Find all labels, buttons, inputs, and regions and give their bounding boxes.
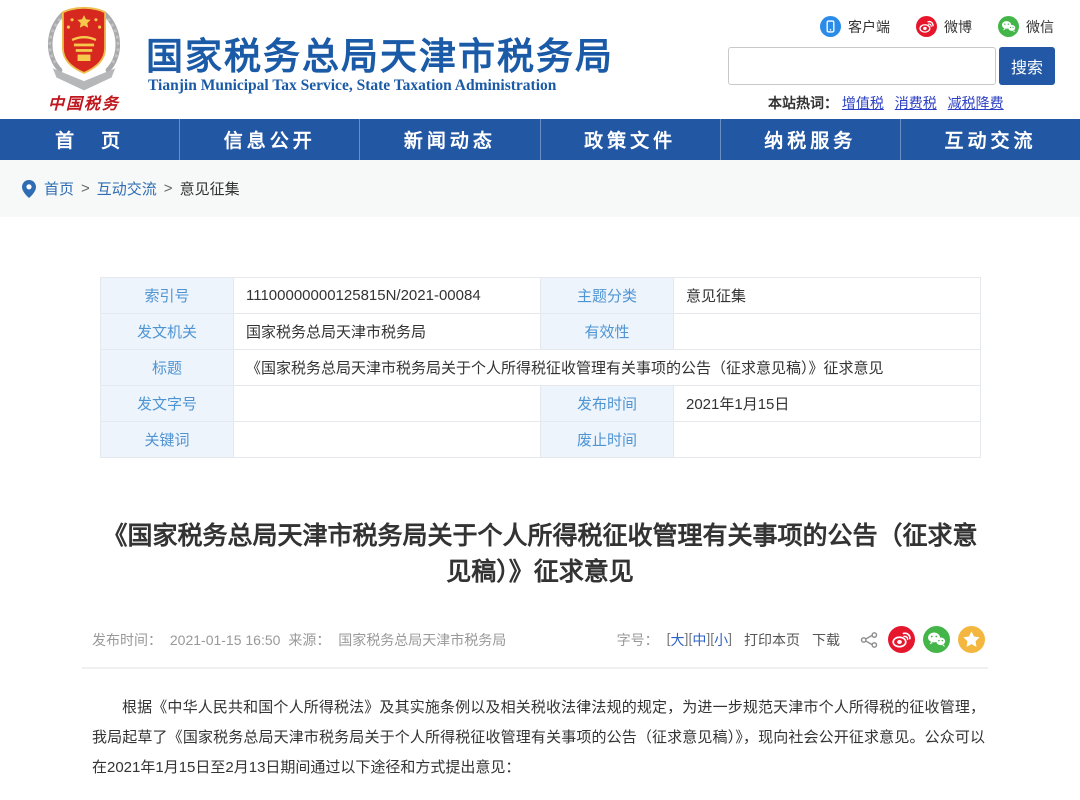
weibo-icon [916,16,937,37]
article-toolbar: 字号： [大][中][小] 打印本页 下载 [617,626,985,653]
breadcrumb-interaction[interactable]: 互动交流 [97,178,157,199]
font-size-large[interactable]: 大 [671,630,685,650]
quick-links: 客户端 微博 [820,16,1054,37]
font-size-controls: [大][中][小] [667,630,732,650]
meta-label-title: 标题 [101,350,234,386]
article-body: 根据《中华人民共和国个人所得税法》及其实施条例以及相关税收法律法规的规定，为进一… [92,693,985,783]
page: 中国税务 国家税务总局天津市税务局 Tianjin Municipal Tax … [0,0,1080,800]
qzone-share-icon[interactable] [958,626,985,653]
site-logo[interactable]: 中国税务 [32,6,136,114]
hot-words-label: 本站热词： [768,95,838,111]
nav-item-policy[interactable]: 政策文件 [541,119,721,160]
nav-item-info-disclosure[interactable]: 信息公开 [180,119,360,160]
table-row: 关键词 废止时间 [101,422,981,458]
quick-link-client[interactable]: 客户端 [820,16,890,37]
wechat-share-icon[interactable] [923,626,950,653]
publish-time-value: 2021-01-15 16:50 [170,632,281,648]
weibo-share-icon[interactable] [888,626,915,653]
bracket: ] [728,630,732,650]
document-meta-table: 索引号 11100000000125815N/2021-00084 主题分类 意… [100,277,981,458]
breadcrumb-separator: > [81,180,90,197]
wechat-icon [998,16,1019,37]
search-button[interactable]: 搜索 [999,47,1055,85]
meta-value-keywords [234,422,541,458]
search-bar: 搜索 [728,47,1055,85]
meta-label-docnum: 发文字号 [101,386,234,422]
publish-time-label: 发布时间： [92,632,162,648]
quick-link-weibo[interactable]: 微博 [916,16,972,37]
quick-link-wechat[interactable]: 微信 [998,16,1054,37]
table-row: 发文机关 国家税务总局天津市税务局 有效性 [101,314,981,350]
meta-label-validity: 有效性 [541,314,674,350]
meta-value-index: 11100000000125815N/2021-00084 [234,278,541,314]
font-size-medium[interactable]: 中 [692,630,706,650]
breadcrumb-current: 意见征集 [180,178,240,199]
table-row: 发文字号 发布时间 2021年1月15日 [101,386,981,422]
meta-label-agency: 发文机关 [101,314,234,350]
breadcrumb-home[interactable]: 首页 [44,178,74,199]
nav-item-news[interactable]: 新闻动态 [360,119,540,160]
hot-word-link[interactable]: 增值税 [842,95,884,111]
hot-word-link[interactable]: 消费税 [895,95,937,111]
quick-link-label: 微博 [944,17,972,37]
font-size-small[interactable]: 小 [714,630,728,650]
meta-label-keywords: 关键词 [101,422,234,458]
mobile-app-icon [820,16,841,37]
breadcrumb-separator: > [164,180,173,197]
meta-value-agency: 国家税务总局天津市税务局 [234,314,541,350]
article-main: 索引号 11100000000125815N/2021-00084 主题分类 意… [0,277,1080,783]
tax-emblem-icon [38,6,130,94]
font-size-label: 字号： [617,630,659,650]
meta-label-category: 主题分类 [541,278,674,314]
share-icon[interactable] [858,629,880,651]
main-nav: 首 页 信息公开 新闻动态 政策文件 纳税服务 互动交流 [0,119,1080,160]
search-input[interactable] [728,47,996,85]
site-title: 国家税务总局天津市税务局 [146,26,614,80]
table-row: 标题 《国家税务总局天津市税务局关于个人所得税征收管理有关事项的公告（征求意见稿… [101,350,981,386]
meta-value-pubtime: 2021年1月15日 [674,386,981,422]
meta-label-index: 索引号 [101,278,234,314]
source-label: 来源： [288,632,330,648]
article-meta-row: 发布时间： 2021-01-15 16:50 来源： 国家税务总局天津市税务局 … [92,626,985,653]
site-header: 中国税务 国家税务总局天津市税务局 Tianjin Municipal Tax … [0,0,1080,119]
print-button[interactable]: 打印本页 [744,630,800,650]
table-row: 索引号 11100000000125815N/2021-00084 主题分类 意… [101,278,981,314]
location-pin-icon [22,180,36,198]
meta-label-repeal: 废止时间 [541,422,674,458]
meta-value-title: 《国家税务总局天津市税务局关于个人所得税征收管理有关事项的公告（征求意见稿）》征… [234,350,981,386]
download-button[interactable]: 下载 [812,630,840,650]
breadcrumb: 首页 > 互动交流 > 意见征集 [0,160,1080,217]
meta-value-category: 意见征集 [674,278,981,314]
hot-words: 本站热词： 增值税 消费税 减税降费 [768,93,1011,113]
quick-link-label: 客户端 [848,17,890,37]
hot-word-link[interactable]: 减税降费 [948,95,1004,111]
nav-item-home[interactable]: 首 页 [0,119,180,160]
meta-value-validity [674,314,981,350]
meta-value-repeal [674,422,981,458]
meta-label-pubtime: 发布时间 [541,386,674,422]
article-title: 《国家税务总局天津市税务局关于个人所得税征收管理有关事项的公告（征求意见稿）》征… [100,518,980,590]
nav-item-tax-service[interactable]: 纳税服务 [721,119,901,160]
divider [82,667,988,669]
nav-item-interaction[interactable]: 互动交流 [901,119,1080,160]
quick-link-label: 微信 [1026,17,1054,37]
meta-value-docnum [234,386,541,422]
publish-info: 发布时间： 2021-01-15 16:50 来源： 国家税务总局天津市税务局 [92,630,510,650]
site-title-en: Tianjin Municipal Tax Service, State Tax… [148,77,556,95]
source-value: 国家税务总局天津市税务局 [338,632,506,648]
